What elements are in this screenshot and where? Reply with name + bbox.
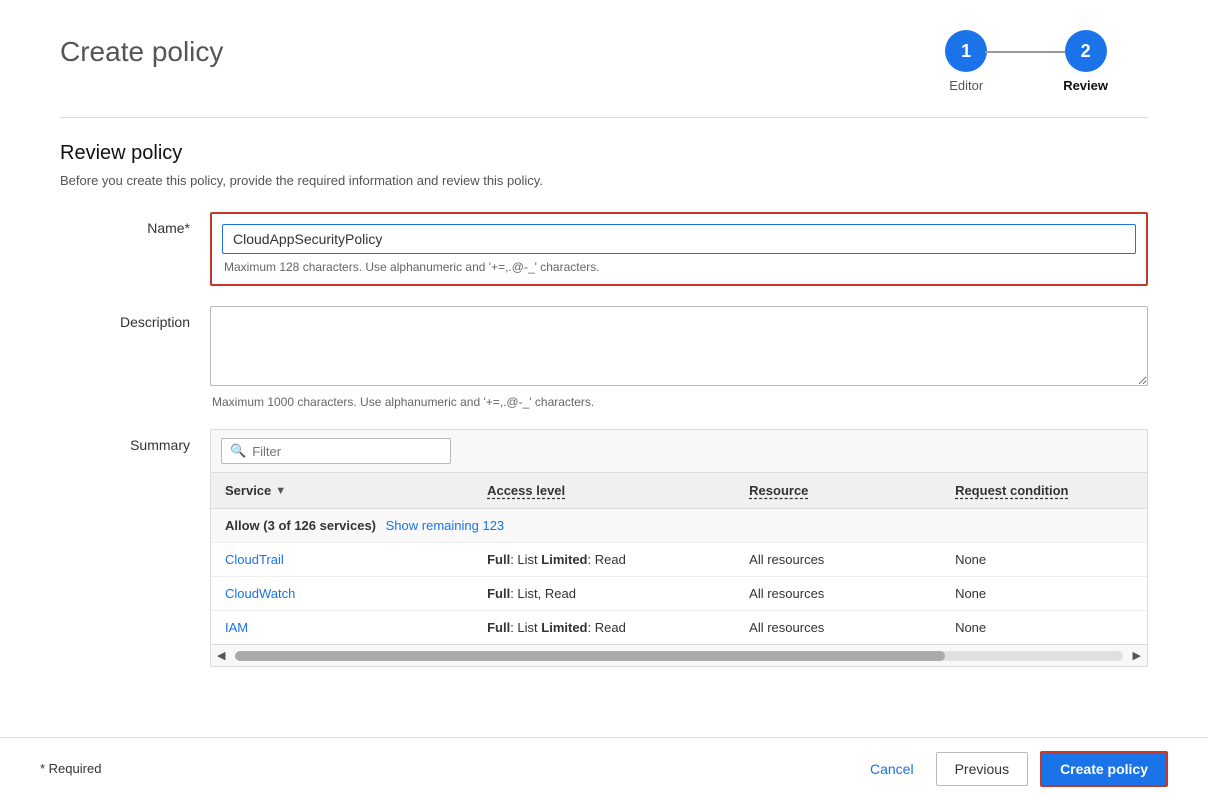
horizontal-scrollbar[interactable]: ◀ ▶ (211, 644, 1147, 666)
page-title: Create policy (60, 36, 223, 68)
cancel-button[interactable]: Cancel (860, 755, 924, 783)
scroll-right-icon[interactable]: ▶ (1127, 647, 1147, 664)
scrollbar-thumb (235, 651, 945, 661)
show-remaining-link[interactable]: Show remaining 123 (386, 518, 505, 533)
col-header-resource[interactable]: Resource (735, 473, 941, 509)
allow-text: Allow (3 of 126 services) (225, 518, 376, 533)
col-header-service[interactable]: Service ▼ (211, 473, 473, 509)
description-label: Description (60, 306, 210, 330)
table-row: IAM Full: List Limited: Read All resourc… (211, 611, 1147, 645)
name-highlight-box: Maximum 128 characters. Use alphanumeric… (210, 212, 1148, 286)
col-header-condition[interactable]: Request condition (941, 473, 1147, 509)
name-label: Name* (60, 212, 210, 236)
previous-button[interactable]: Previous (936, 752, 1028, 786)
service-cell-iam: IAM (211, 611, 473, 645)
summary-label: Summary (60, 429, 210, 453)
name-hint: Maximum 128 characters. Use alphanumeric… (222, 260, 1136, 274)
step-1: 1 Editor (945, 30, 987, 93)
resource-cell-cloudwatch: All resources (735, 577, 941, 611)
resource-cell-cloudtrail: All resources (735, 543, 941, 577)
service-cell-cloudwatch: CloudWatch (211, 577, 473, 611)
col-header-access[interactable]: Access level (473, 473, 735, 509)
iam-link[interactable]: IAM (225, 620, 248, 635)
summary-table: Service ▼ Access level Resource Request … (211, 473, 1147, 644)
service-cell-cloudtrail: CloudTrail (211, 543, 473, 577)
name-form-row: Name* Maximum 128 characters. Use alphan… (60, 212, 1148, 286)
allow-row: Allow (3 of 126 services) Show remaining… (211, 509, 1147, 543)
cloudtrail-link[interactable]: CloudTrail (225, 552, 284, 567)
search-icon: 🔍 (230, 443, 246, 459)
footer: * Required Cancel Previous Create policy (0, 737, 1208, 799)
required-note: * Required (40, 761, 101, 776)
condition-cell-cloudtrail: None (941, 543, 1147, 577)
condition-cell-iam: None (941, 611, 1147, 645)
filter-input-wrapper[interactable]: 🔍 (221, 438, 451, 464)
create-policy-button[interactable]: Create policy (1040, 751, 1168, 787)
step-connector (985, 51, 1065, 53)
access-cell-cloudtrail: Full: List Limited: Read (473, 543, 735, 577)
table-row: CloudWatch Full: List, Read All resource… (211, 577, 1147, 611)
resource-cell-iam: All resources (735, 611, 941, 645)
name-input[interactable] (222, 224, 1136, 254)
access-cell-cloudwatch: Full: List, Read (473, 577, 735, 611)
section-title: Review policy (60, 142, 1148, 165)
scrollbar-track[interactable] (235, 651, 1122, 661)
step-2: 2 Review (1063, 30, 1108, 93)
summary-form-content: 🔍 Service ▼ (210, 429, 1148, 667)
sort-arrow-icon: ▼ (275, 485, 286, 497)
summary-table-wrapper: 🔍 Service ▼ (210, 429, 1148, 667)
condition-cell-cloudwatch: None (941, 577, 1147, 611)
stepper: 1 Editor 2 Review (945, 30, 1108, 93)
table-row: CloudTrail Full: List Limited: Read All … (211, 543, 1147, 577)
allow-cell: Allow (3 of 126 services) Show remaining… (211, 509, 1147, 543)
name-form-content: Maximum 128 characters. Use alphanumeric… (210, 212, 1148, 286)
summary-form-row: Summary 🔍 (60, 429, 1148, 667)
description-hint: Maximum 1000 characters. Use alphanumeri… (210, 395, 1148, 409)
access-cell-iam: Full: List Limited: Read (473, 611, 735, 645)
step-1-circle: 1 (945, 30, 987, 72)
cloudwatch-link[interactable]: CloudWatch (225, 586, 295, 601)
filter-input[interactable] (252, 444, 442, 459)
footer-buttons: Cancel Previous Create policy (860, 751, 1168, 787)
filter-row: 🔍 (211, 430, 1147, 473)
description-form-row: Description Maximum 1000 characters. Use… (60, 306, 1148, 409)
step-2-label: Review (1063, 78, 1108, 93)
step-2-circle: 2 (1065, 30, 1107, 72)
table-header-row: Service ▼ Access level Resource Request … (211, 473, 1147, 509)
header-divider (60, 117, 1148, 118)
step-1-label: Editor (949, 78, 983, 93)
scroll-left-icon[interactable]: ◀ (211, 647, 231, 664)
description-textarea[interactable] (210, 306, 1148, 386)
section-subtitle: Before you create this policy, provide t… (60, 173, 1148, 188)
description-form-content: Maximum 1000 characters. Use alphanumeri… (210, 306, 1148, 409)
